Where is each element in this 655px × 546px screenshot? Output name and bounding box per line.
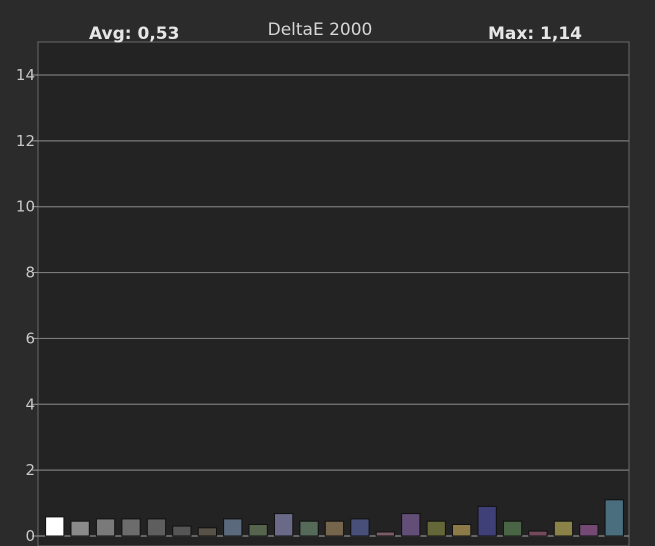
y-tick-label: 4 <box>25 395 35 413</box>
bar <box>579 524 599 537</box>
bar <box>223 518 243 537</box>
bar <box>197 527 217 537</box>
bar <box>274 513 294 537</box>
bar <box>502 520 523 537</box>
y-tick-label: 10 <box>16 198 35 216</box>
delta-e-chart: 0 2 4 6 8 10 12 14 Avg: 0,53 DeltaE 2000 Max: 1… <box>0 0 655 546</box>
y-tick-label: 14 <box>16 66 35 84</box>
bar <box>45 516 65 537</box>
bar <box>324 520 345 537</box>
y-tick-label: 8 <box>25 264 35 282</box>
bar <box>553 520 574 537</box>
bar <box>401 513 421 537</box>
y-axis: 0 2 4 6 8 10 12 14 <box>16 66 38 545</box>
bar <box>426 520 446 537</box>
y-tick-label: 6 <box>25 329 35 347</box>
y-tick-label: 2 <box>25 461 35 479</box>
bar <box>121 518 141 537</box>
bar <box>248 524 268 537</box>
bar <box>70 520 90 537</box>
y-tick-label: 0 <box>25 527 35 545</box>
bar <box>172 525 192 537</box>
bar <box>528 530 548 537</box>
bar <box>95 518 116 537</box>
avg-label: Avg: 0,53 <box>89 24 179 44</box>
bar <box>299 520 319 537</box>
chart-title: DeltaE 2000 <box>268 20 373 40</box>
bar <box>146 518 167 537</box>
bar <box>477 505 497 537</box>
bar <box>350 518 370 537</box>
max-label: Max: 1,14 <box>488 24 582 44</box>
bar <box>375 531 396 537</box>
y-tick-label: 12 <box>16 132 35 150</box>
chart-canvas: 0 2 4 6 8 10 12 14 Avg: 0,53 DeltaE 2000 Max: 1… <box>16 20 630 546</box>
bar <box>452 524 472 537</box>
bar <box>604 499 624 537</box>
